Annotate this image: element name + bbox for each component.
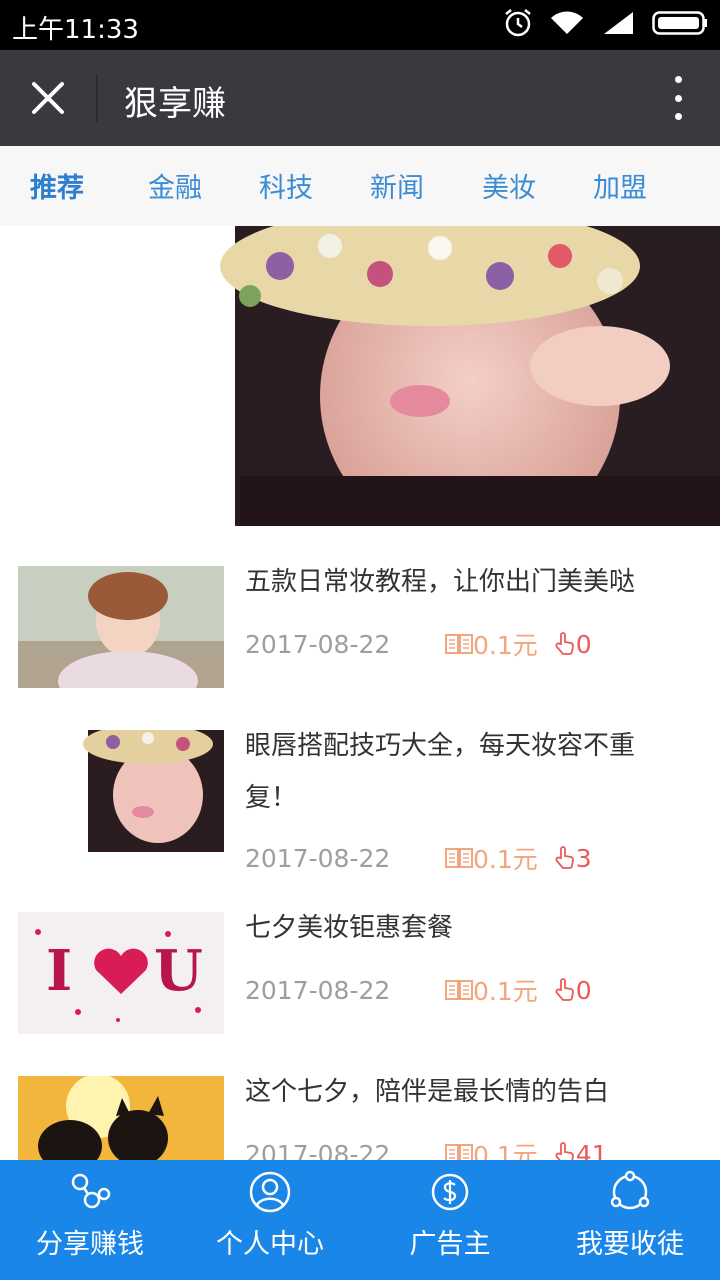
- article-date: 2017-08-22: [245, 1139, 391, 1161]
- close-button[interactable]: [24, 74, 72, 122]
- nav-advertiser[interactable]: 广告主: [360, 1160, 540, 1280]
- article-title: 七夕美妆钜惠套餐: [245, 913, 454, 943]
- close-icon: [32, 82, 64, 114]
- list-item[interactable]: I U 七夕美妆钜惠套餐 2017-08-22 0.1元 0: [0, 892, 720, 1052]
- tab-franchise[interactable]: 加盟: [593, 166, 647, 205]
- article-date: 2017-08-22: [245, 843, 391, 873]
- header-divider: [96, 74, 98, 122]
- nav-personal-center[interactable]: 个人中心: [180, 1160, 360, 1280]
- article-likes: 3: [554, 844, 592, 873]
- nav-label: 个人中心: [216, 1229, 324, 1260]
- article-meta: 2017-08-22 0.1元 41: [245, 1136, 608, 1160]
- hand-pointer-icon: [555, 1142, 574, 1160]
- article-meta: 2017-08-22 0.1元 0: [245, 626, 592, 662]
- battery-icon: [652, 10, 708, 40]
- signal-icon: [602, 10, 634, 40]
- article-reward: 0.1元: [445, 972, 538, 1008]
- share-nodes-icon: [71, 1173, 111, 1209]
- article-thumbnail: [18, 1076, 224, 1160]
- reward-value: 0.1元: [473, 1141, 538, 1160]
- banner-image[interactable]: [0, 226, 720, 526]
- status-bar: 上午11:33: [0, 0, 720, 50]
- app-header: 狠享赚: [0, 50, 720, 146]
- bottom-nav: 分享赚钱 个人中心 广告主 我要收徒: [0, 1160, 720, 1280]
- article-date: 2017-08-22: [245, 975, 391, 1005]
- article-meta: 2017-08-22 0.1元 0: [245, 972, 592, 1008]
- article-reward: 0.1元: [445, 1136, 538, 1160]
- likes-value: 3: [575, 843, 592, 873]
- more-button[interactable]: [666, 76, 690, 120]
- article-thumbnail: [18, 730, 224, 852]
- dollar-circle-icon: [431, 1173, 469, 1211]
- likes-value: 0: [575, 975, 592, 1005]
- article-meta: 2017-08-22 0.1元 3: [245, 840, 592, 876]
- article-title: 这个七夕，陪伴是最长情的告白: [245, 1077, 610, 1107]
- hand-pointer-icon: [555, 632, 574, 655]
- article-thumbnail: [18, 566, 224, 688]
- list-item[interactable]: 五款日常妆教程，让你出门美美哒 2017-08-22 0.1元 0: [0, 546, 720, 706]
- hand-pointer-icon: [555, 846, 574, 869]
- article-likes: 0: [554, 630, 592, 659]
- book-icon: [445, 848, 473, 868]
- wifi-icon: [550, 10, 584, 40]
- nav-share-earn[interactable]: 分享赚钱: [0, 1160, 180, 1280]
- page-title: 狠享赚: [124, 84, 226, 124]
- thumb-letter-i: I: [46, 938, 72, 1004]
- nav-label: 我要收徒: [576, 1229, 684, 1260]
- likes-value: 41: [575, 1139, 608, 1161]
- tab-news[interactable]: 新闻: [370, 166, 424, 205]
- alarm-icon: [504, 8, 532, 42]
- category-tabs: 推荐 金融 科技 新闻 美妆 加盟: [0, 146, 720, 226]
- more-dot: [674, 94, 682, 102]
- network-circle-icon: [610, 1170, 650, 1210]
- tab-tech[interactable]: 科技: [259, 166, 313, 205]
- tab-recommend[interactable]: 推荐: [30, 166, 84, 205]
- article-date: 2017-08-22: [245, 629, 391, 659]
- nav-label: 广告主: [409, 1229, 491, 1260]
- more-vertical-icon: [674, 76, 682, 83]
- book-icon: [445, 634, 473, 654]
- book-icon: [445, 980, 473, 1000]
- reward-value: 0.1元: [473, 631, 538, 660]
- nav-recruit[interactable]: 我要收徒: [540, 1160, 720, 1280]
- article-reward: 0.1元: [445, 840, 538, 876]
- hand-pointer-icon: [555, 978, 574, 1001]
- thumb-letter-u: U: [154, 938, 203, 1004]
- article-thumbnail: I U: [18, 912, 224, 1034]
- tab-beauty[interactable]: 美妆: [482, 166, 536, 205]
- book-icon: [445, 1144, 473, 1160]
- list-item[interactable]: 眼唇搭配技巧大全，每天妆容不重复！ 2017-08-22 0.1元 3: [0, 710, 720, 890]
- tab-finance[interactable]: 金融: [148, 166, 202, 205]
- article-likes: 41: [554, 1139, 608, 1161]
- status-time: 上午11:33: [12, 15, 139, 45]
- likes-value: 0: [575, 629, 592, 659]
- status-icons: [504, 8, 708, 42]
- nav-label: 分享赚钱: [36, 1229, 144, 1260]
- user-circle-icon: [249, 1171, 291, 1213]
- article-title: 五款日常妆教程，让你出门美美哒: [245, 567, 636, 597]
- article-likes: 0: [554, 976, 592, 1005]
- reward-value: 0.1元: [473, 977, 538, 1006]
- list-item[interactable]: 这个七夕，陪伴是最长情的告白 2017-08-22 0.1元 41: [0, 1056, 720, 1160]
- reward-value: 0.1元: [473, 845, 538, 874]
- more-dot: [674, 113, 682, 120]
- article-reward: 0.1元: [445, 626, 538, 662]
- article-title: 眼唇搭配技巧大全，每天妆容不重复！: [245, 731, 636, 813]
